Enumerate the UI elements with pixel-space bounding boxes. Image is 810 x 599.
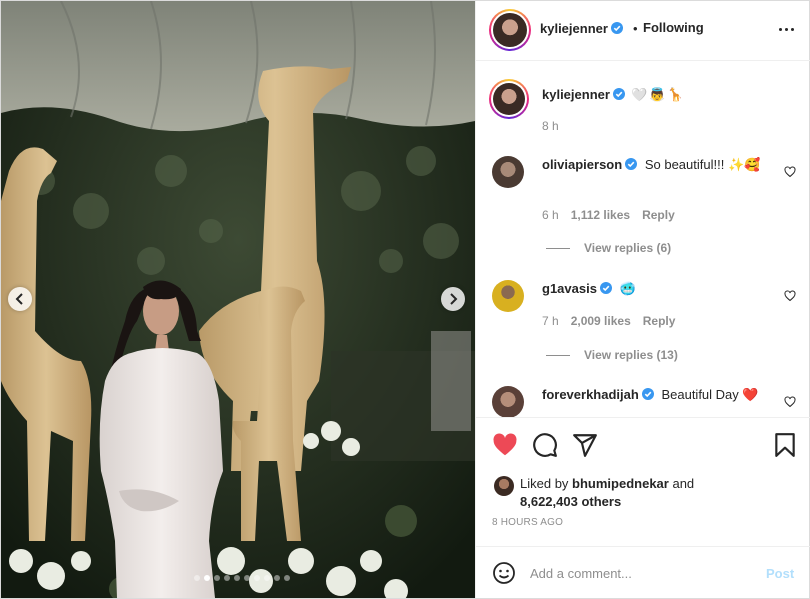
verified-icon — [641, 388, 654, 400]
author-avatar[interactable] — [489, 9, 531, 51]
carousel-dot — [214, 575, 220, 581]
caption-author-avatar[interactable] — [489, 79, 529, 119]
heart-filled-icon[interactable] — [492, 432, 518, 458]
comment-meta: 7 h 2,009 likes Reply — [542, 314, 675, 328]
bookmark-icon[interactable] — [772, 432, 798, 458]
view-replies-button[interactable]: View replies (6) — [546, 241, 671, 255]
add-comment-input[interactable] — [530, 559, 750, 587]
carousel-dot — [204, 575, 210, 581]
comment-like-icon[interactable] — [784, 166, 796, 178]
chevron-right-icon — [450, 293, 458, 305]
carousel-dot — [274, 575, 280, 581]
author-username[interactable]: kyliejenner — [540, 21, 623, 36]
carousel-dot — [234, 575, 240, 581]
commenter-username[interactable]: oliviapierson — [542, 157, 638, 172]
comment-like-icon[interactable] — [784, 290, 796, 302]
post-header: kyliejenner • Following — [476, 1, 810, 61]
liker-username[interactable]: bhumipednekar — [572, 476, 669, 491]
carousel-next-button[interactable] — [441, 287, 465, 311]
carousel-dot — [194, 575, 200, 581]
carousel-dot — [284, 575, 290, 581]
add-comment-bar: Post — [476, 546, 810, 598]
share-icon[interactable] — [572, 432, 598, 458]
carousel-dot — [244, 575, 250, 581]
carousel-dots — [1, 575, 475, 581]
caption-text: 🤍👼🦒 — [630, 87, 686, 102]
emoji-icon[interactable] — [492, 561, 516, 585]
carousel-dot — [264, 575, 270, 581]
commenter-avatar[interactable] — [492, 156, 524, 188]
reply-button[interactable]: Reply — [643, 314, 676, 328]
view-replies-button[interactable]: View replies (13) — [546, 348, 678, 362]
verified-icon — [599, 282, 612, 294]
carousel-prev-button[interactable] — [8, 287, 32, 311]
header-separator: • — [633, 21, 638, 36]
verified-icon — [625, 158, 638, 170]
comment-time: 6 h — [542, 208, 559, 222]
verified-icon — [610, 22, 623, 34]
more-options-button[interactable] — [774, 19, 798, 39]
caption-time: 8 h — [542, 119, 559, 133]
liked-by: Liked by bhumipednekar and 8,622,403 oth… — [520, 476, 695, 509]
comment-text: 🥶 — [619, 281, 636, 296]
comments-list[interactable]: kyliejenner 🤍👼🦒 8 h oliviapierson So beau… — [476, 62, 810, 417]
carousel-dot — [254, 575, 260, 581]
post-time-ago[interactable]: 8 HOURS AGO — [492, 517, 563, 528]
comment-like-icon[interactable] — [784, 396, 796, 408]
comment-likes[interactable]: 2,009 likes — [571, 314, 631, 328]
comment-likes[interactable]: 1,112 likes — [571, 208, 630, 222]
verified-icon — [612, 88, 625, 100]
post-comment-button[interactable]: Post — [766, 566, 794, 581]
commenter-avatar[interactable] — [492, 386, 524, 417]
post-media[interactable] — [1, 1, 475, 598]
comment-icon[interactable] — [532, 432, 558, 458]
commenter-username[interactable]: g1avasis — [542, 281, 612, 296]
liker-avatar[interactable] — [494, 476, 514, 496]
comment-text: Beautiful Day ❤️ — [661, 387, 759, 402]
likes-others-count[interactable]: 8,622,403 others — [520, 494, 621, 509]
post-photo — [1, 1, 475, 598]
caption-username[interactable]: kyliejenner — [542, 87, 625, 102]
more-icon — [778, 27, 794, 31]
comment-text: So beautiful!!! ✨🥰 — [644, 157, 761, 172]
commenter-avatar[interactable] — [492, 280, 524, 312]
post-sidebar: kyliejenner • Following kyliejenner 🤍👼🦒 8… — [475, 1, 810, 598]
commenter-username[interactable]: foreverkhadijah — [542, 387, 654, 402]
post-dialog: kyliejenner • Following kyliejenner 🤍👼🦒 8… — [0, 0, 810, 599]
reply-button[interactable]: Reply — [642, 208, 675, 222]
post-actions: Liked by bhumipednekar and 8,622,403 oth… — [476, 417, 810, 528]
carousel-dot — [224, 575, 230, 581]
chevron-left-icon — [15, 293, 23, 305]
following-button[interactable]: Following — [643, 20, 704, 35]
comment-meta: 6 h 1,112 likes Reply — [542, 208, 675, 222]
comment-time: 7 h — [542, 314, 559, 328]
